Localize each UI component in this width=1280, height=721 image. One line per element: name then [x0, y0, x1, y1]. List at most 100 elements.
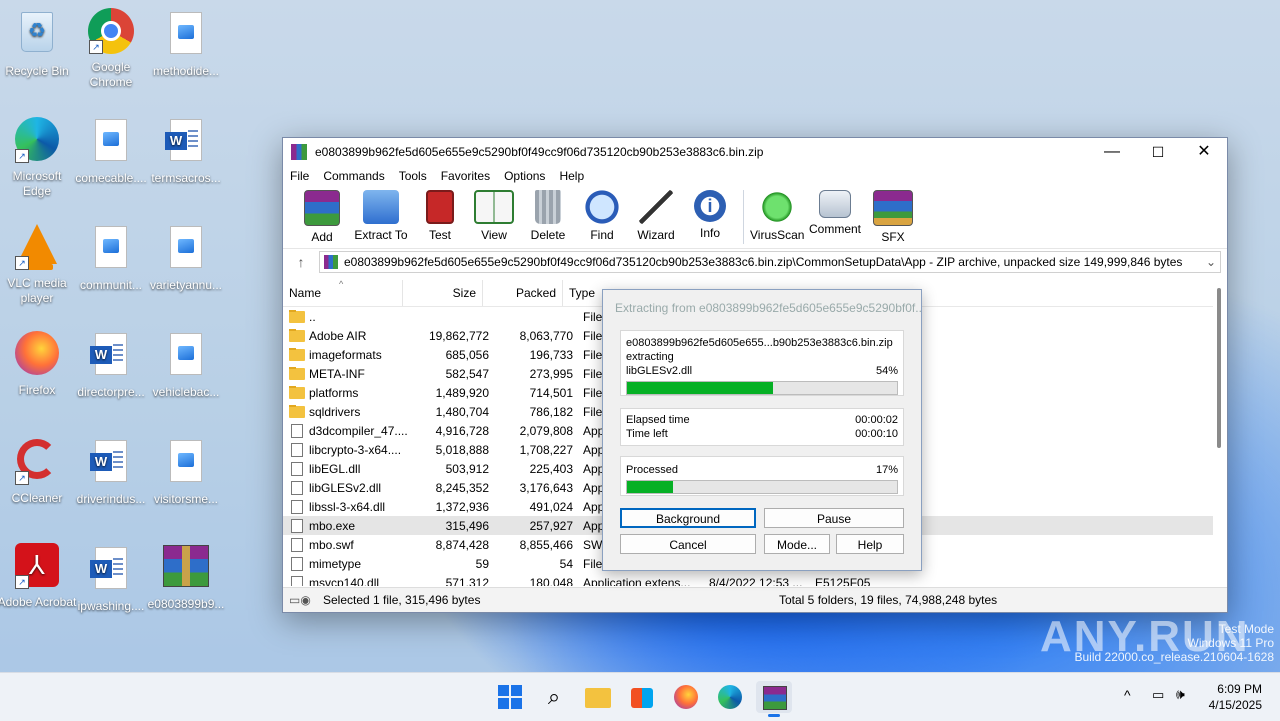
folder-icon [289, 385, 305, 399]
processed-progress-bar [626, 480, 898, 494]
column-name[interactable]: Name ^ [283, 280, 403, 306]
file-explorer-icon[interactable] [582, 681, 614, 713]
menu-tools[interactable]: Tools [392, 169, 434, 183]
test-button[interactable]: Test [413, 186, 467, 242]
column-size[interactable]: Size [403, 280, 483, 306]
vertical-scrollbar[interactable] [1217, 288, 1221, 448]
title-bar[interactable]: e0803899b962fe5d605e655e9c5290bf0f49cc9f… [283, 138, 1227, 166]
desktop-icon-driverindus[interactable]: W driverindus... [71, 436, 151, 507]
wizard-button[interactable]: Wizard [629, 186, 683, 242]
cell-size: 503,912 [445, 461, 489, 476]
cell-name: msvcp140.dll [283, 575, 409, 586]
file-name: META-INF [309, 366, 365, 381]
delete-label: Delete [530, 228, 566, 242]
sfx-archive-icon [873, 190, 913, 226]
edge-icon[interactable] [714, 681, 746, 713]
extract-to-button[interactable]: Extract To [349, 186, 413, 242]
windows-start-icon[interactable] [494, 681, 526, 713]
add-archive-icon [304, 190, 340, 226]
comment-button[interactable]: Comment [804, 186, 866, 236]
wizard-label: Wizard [637, 228, 675, 242]
path-field[interactable]: e0803899b962fe5d605e655e9c5290bf0f49cc9f… [319, 251, 1221, 273]
menu-favorites[interactable]: Favorites [434, 169, 497, 183]
sfx-button[interactable]: SFX [866, 186, 920, 244]
shortcut-arrow-icon: ↗ [89, 40, 103, 54]
desktop-icon-archive[interactable]: e0803899b9... [146, 543, 226, 612]
desktop-icon-label: CCleaner [11, 491, 63, 505]
desktop-icon-edge[interactable]: ↗ Microsoft Edge [0, 115, 77, 199]
up-arrow-icon[interactable]: ↑ [283, 254, 319, 270]
background-button[interactable]: Background [620, 508, 756, 528]
acrobat-icon: ⅄ ↗ [13, 543, 61, 591]
desktop-icon-label: varietyannu... [149, 278, 223, 292]
info-button[interactable]: i Info [683, 186, 737, 240]
cell-name: mbo.swf [283, 537, 409, 552]
pause-button[interactable]: Pause [764, 508, 904, 528]
desktop-icon-acrobat[interactable]: ⅄ ↗ Adobe Acrobat [0, 543, 77, 610]
file-percent: 54% [875, 365, 898, 377]
info-icon: i [694, 190, 726, 222]
minimize-button[interactable]: — [1089, 138, 1135, 166]
file-icon [291, 480, 303, 495]
menu-commands[interactable]: Commands [316, 169, 391, 183]
file-icon [291, 461, 303, 476]
network-icon[interactable]: ▭ [1152, 687, 1164, 703]
file-name: platforms [309, 385, 359, 400]
tray-chevron-up-icon[interactable]: ^ [1124, 687, 1131, 703]
folder-icon [289, 328, 305, 342]
cell-packed: 491,024 [529, 499, 573, 514]
desktop-icon-methodide[interactable]: methodide... [146, 8, 226, 79]
desktop-icon-firefox[interactable]: Firefox [0, 329, 77, 398]
folder-icon [289, 366, 305, 380]
extract-folder-icon [363, 190, 399, 224]
desktop-icon-label: Adobe Acrobat [0, 595, 77, 609]
desktop-icon-recycle-bin[interactable]: ♻ Recycle Bin [0, 8, 77, 79]
toolbar-separator [743, 190, 744, 244]
desktop-icon-varietyannu[interactable]: varietyannu... [146, 222, 226, 293]
add-button[interactable]: Add [295, 186, 349, 244]
find-button[interactable]: Find [575, 186, 629, 242]
virusscan-bug-icon [760, 190, 794, 224]
window-title: e0803899b962fe5d605e655e9c5290bf0f49cc9f… [315, 145, 764, 159]
test-clipboard-icon [426, 190, 454, 224]
winrar-icon[interactable] [756, 681, 792, 717]
desktop-icon-label: vehiclebac... [152, 385, 220, 399]
desktop-icon-ccleaner[interactable]: ↗ CCleaner [0, 436, 77, 506]
cell-packed: 257,927 [529, 518, 573, 533]
desktop-icon-vlc[interactable]: ↗ VLC media player [0, 222, 77, 306]
desktop-icon-directorpre[interactable]: W directorpre... [71, 329, 151, 400]
desktop-icon-visitorsme[interactable]: visitorsme... [146, 436, 226, 507]
archive-icon [324, 255, 338, 269]
menu-help[interactable]: Help [552, 169, 591, 183]
drive-icon: ▭◉ [289, 593, 311, 607]
desktop-icon-chrome[interactable]: ↗ Google Chrome [71, 8, 151, 90]
desktop-icon-comecable[interactable]: comecable.... [71, 115, 151, 186]
desktop-icon-termsacros[interactable]: W termsacros... [146, 115, 226, 186]
time-left-label: Time left [626, 428, 668, 440]
virusscan-button[interactable]: VirusScan [750, 186, 804, 242]
table-row[interactable]: msvcp140.dll 571,312 180,048 Application ex… [283, 573, 1213, 586]
maximize-button[interactable]: ☐ [1135, 138, 1181, 166]
menu-file[interactable]: File [283, 169, 316, 183]
view-button[interactable]: View [467, 186, 521, 242]
extract-progress-dialog: Extracting from e0803899b962fe5d605e655e… [602, 289, 922, 571]
desktop-icon-communit[interactable]: communit... [71, 222, 151, 293]
chevron-down-icon[interactable]: ⌄ [1206, 255, 1220, 269]
cell-name: mbo.exe [283, 518, 409, 533]
help-button[interactable]: Help [836, 534, 904, 554]
firefox-icon[interactable] [670, 681, 702, 713]
volume-icon[interactable]: 🕪 [1176, 686, 1185, 703]
cell-size: 315,496 [445, 518, 489, 533]
clock[interactable]: 6:09 PM 4/15/2025 [1209, 681, 1262, 713]
cancel-button[interactable]: Cancel [620, 534, 756, 554]
menu-options[interactable]: Options [497, 169, 552, 183]
desktop-icon-ipwashing[interactable]: W ipwashing.... [71, 543, 151, 614]
search-icon[interactable]: ⌕ [538, 681, 570, 713]
close-button[interactable]: ✕ [1181, 138, 1227, 166]
delete-button[interactable]: Delete [521, 186, 575, 242]
file-progress-group: e0803899b962fe5d605e655...b90b253e3883c6… [620, 330, 904, 396]
mode-button[interactable]: Mode... [764, 534, 830, 554]
store-icon[interactable] [626, 681, 658, 713]
column-packed[interactable]: Packed [483, 280, 563, 306]
desktop-icon-vehiclebac[interactable]: vehiclebac... [146, 329, 226, 400]
